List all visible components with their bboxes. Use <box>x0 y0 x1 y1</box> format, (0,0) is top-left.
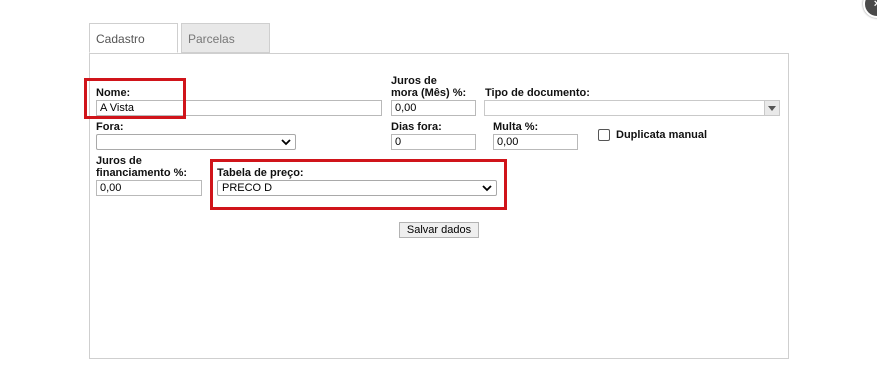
chevron-down-icon[interactable] <box>764 101 779 115</box>
tipo-documento-select[interactable] <box>484 100 780 116</box>
tab-parcelas[interactable]: Parcelas <box>181 23 270 53</box>
juros-mora-input[interactable] <box>391 100 476 116</box>
tab-parcelas-label: Parcelas <box>188 32 235 46</box>
tipo-documento-label: Tipo de documento: <box>485 87 590 99</box>
multa-input[interactable] <box>493 134 578 150</box>
juros-mora-label: Juros de mora (Mês) %: <box>391 75 466 99</box>
tab-cadastro-label: Cadastro <box>96 32 145 46</box>
highlight-nome <box>84 78 186 119</box>
juros-financiamento-label-line1: Juros de <box>96 155 142 167</box>
juros-financiamento-input[interactable] <box>96 180 202 196</box>
chevron-down-icon <box>281 139 291 146</box>
juros-financiamento-label: Juros de financiamento %: <box>96 155 187 179</box>
tab-cadastro[interactable]: Cadastro <box>89 23 178 53</box>
dias-fora-input[interactable] <box>391 134 476 150</box>
highlight-tabela-preco <box>210 159 507 210</box>
fora-select[interactable] <box>96 134 296 150</box>
juros-mora-label-line1: Juros de <box>391 75 437 87</box>
close-button[interactable]: × <box>863 0 877 18</box>
juros-financiamento-label-line2: financiamento %: <box>96 167 188 179</box>
multa-label: Multa %: <box>493 121 539 133</box>
duplicata-manual-checkbox[interactable] <box>598 129 610 141</box>
juros-mora-label-line2: mora (Mês) %: <box>391 87 467 99</box>
duplicata-manual-label: Duplicata manual <box>616 129 708 141</box>
dias-fora-label: Dias fora: <box>391 121 442 133</box>
fora-label: Fora: <box>96 121 124 133</box>
save-button[interactable]: Salvar dados <box>399 222 479 238</box>
